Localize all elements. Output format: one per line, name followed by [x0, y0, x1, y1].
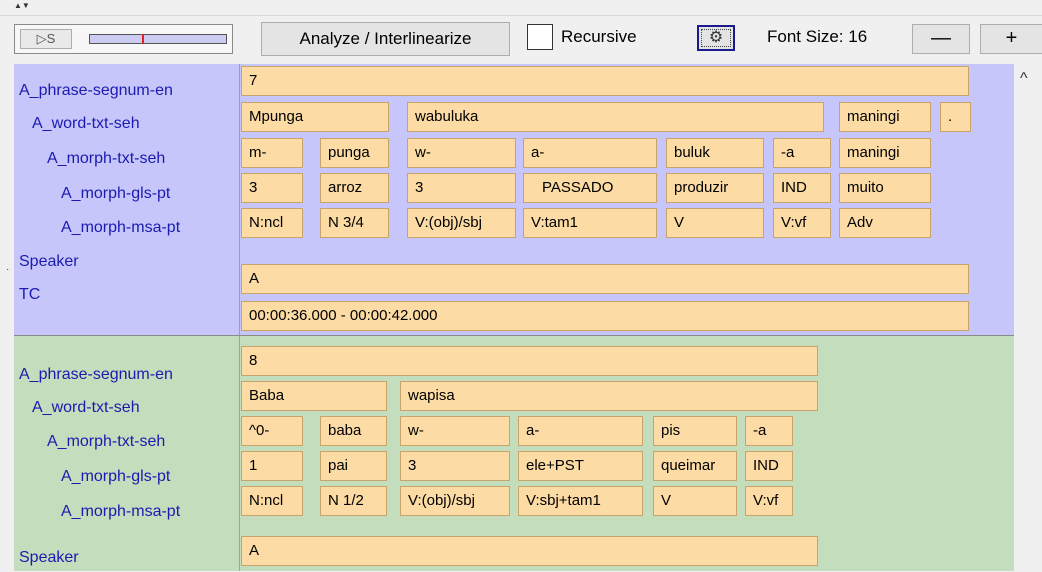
tier-label-msa[interactable]: A_morph-msa-pt: [61, 214, 180, 242]
gear-icon: ⚙: [708, 29, 724, 46]
morph-cell[interactable]: -a: [773, 138, 831, 168]
msa-cell[interactable]: V:tam1: [523, 208, 657, 238]
tier-label-word[interactable]: A_word-txt-seh: [32, 394, 140, 422]
tier-label-morph[interactable]: A_morph-txt-seh: [47, 428, 165, 456]
gloss-cell[interactable]: muito: [839, 173, 931, 203]
splitter-handle[interactable]: ·: [6, 264, 9, 275]
tier-label-column: A_phrase-segnum-en A_word-txt-seh A_morp…: [14, 336, 240, 571]
word-cell[interactable]: Baba: [241, 381, 387, 411]
morph-cell[interactable]: punga: [320, 138, 389, 168]
morph-cell[interactable]: a-: [518, 416, 643, 446]
recursive-label: Recursive: [561, 27, 637, 46]
msa-cell[interactable]: N 3/4: [320, 208, 389, 238]
morph-cell[interactable]: pis: [653, 416, 737, 446]
tier-label-phrase[interactable]: A_phrase-segnum-en: [19, 361, 173, 389]
tier-label-msa[interactable]: A_morph-msa-pt: [61, 498, 180, 526]
morph-cell[interactable]: w-: [400, 416, 510, 446]
msa-cell[interactable]: V: [666, 208, 764, 238]
msa-cell[interactable]: V: [653, 486, 737, 516]
scroll-up-icon[interactable]: ^: [1020, 70, 1028, 88]
analyze-interlinearize-button[interactable]: Analyze / Interlinearize: [261, 22, 510, 56]
gloss-cell[interactable]: IND: [745, 451, 793, 481]
tier-label-morph[interactable]: A_morph-txt-seh: [47, 145, 165, 173]
media-player-panel: ▷S: [14, 24, 233, 54]
gloss-cell[interactable]: pai: [320, 451, 387, 481]
tier-label-speaker[interactable]: Speaker: [19, 248, 79, 276]
toolbar: ▲▼ ▷S Analyze / Interlinearize Recursive…: [0, 0, 1042, 58]
word-cell[interactable]: wapisa: [400, 381, 818, 411]
gloss-cell[interactable]: 3: [400, 451, 510, 481]
increase-font-button[interactable]: +: [980, 24, 1042, 54]
msa-cell[interactable]: V:(obj)/sbj: [407, 208, 516, 238]
speaker-cell[interactable]: A: [241, 536, 818, 566]
morph-cell[interactable]: buluk: [666, 138, 764, 168]
speaker-cell[interactable]: A: [241, 264, 969, 294]
collapse-arrows-icon[interactable]: ▲▼: [14, 1, 30, 10]
morph-cell[interactable]: -a: [745, 416, 793, 446]
tier-label-phrase[interactable]: A_phrase-segnum-en: [19, 77, 173, 105]
msa-cell[interactable]: V:sbj+tam1: [518, 486, 643, 516]
media-position-slider[interactable]: [89, 34, 227, 44]
msa-cell[interactable]: N:ncl: [241, 486, 303, 516]
tier-label-speaker[interactable]: Speaker: [19, 544, 79, 572]
msa-cell[interactable]: V:vf: [745, 486, 793, 516]
gloss-cell[interactable]: produzir: [666, 173, 764, 203]
tier-label-tc[interactable]: TC: [19, 281, 40, 309]
word-cell[interactable]: wabuluka: [407, 102, 824, 132]
decrease-font-button[interactable]: —: [912, 24, 970, 54]
morph-cell[interactable]: a-: [523, 138, 657, 168]
tier-data-column: 7 Mpunga wabuluka maningi . m- punga w- …: [239, 64, 1014, 335]
gloss-cell[interactable]: IND: [773, 173, 831, 203]
segnum-cell[interactable]: 8: [241, 346, 818, 376]
gloss-cell[interactable]: queimar: [653, 451, 737, 481]
morph-cell[interactable]: baba: [320, 416, 387, 446]
settings-button[interactable]: ⚙: [697, 25, 735, 51]
playhead-marker[interactable]: [142, 34, 144, 44]
gloss-cell[interactable]: ele+PST: [518, 451, 643, 481]
gloss-cell[interactable]: 3: [407, 173, 516, 203]
gloss-cell[interactable]: 1: [241, 451, 303, 481]
morph-cell[interactable]: maningi: [839, 138, 931, 168]
word-cell[interactable]: Mpunga: [241, 102, 389, 132]
morph-cell[interactable]: w-: [407, 138, 516, 168]
gloss-cell[interactable]: 3: [241, 173, 303, 203]
msa-cell[interactable]: N:ncl: [241, 208, 303, 238]
tier-data-column: 8 Baba wapisa ^0- baba w- a- pis -a 1 pa…: [239, 336, 1014, 571]
msa-cell[interactable]: V:(obj)/sbj: [400, 486, 510, 516]
tier-label-gloss[interactable]: A_morph-gls-pt: [61, 463, 170, 491]
tier-label-gloss[interactable]: A_morph-gls-pt: [61, 180, 170, 208]
font-size-label: Font Size: 16: [767, 27, 868, 46]
msa-cell[interactable]: Adv: [839, 208, 931, 238]
word-cell[interactable]: maningi: [839, 102, 931, 132]
top-strip: ▲▼: [0, 0, 1042, 16]
interlinear-view: A_phrase-segnum-en A_word-txt-seh A_morp…: [14, 64, 1042, 571]
msa-cell[interactable]: V:vf: [773, 208, 831, 238]
interlinear-record: A_phrase-segnum-en A_word-txt-seh A_morp…: [14, 64, 1014, 336]
vertical-scrollbar[interactable]: ^: [1014, 64, 1042, 571]
play-selection-button[interactable]: ▷S: [20, 29, 72, 49]
time-code-cell[interactable]: 00:00:36.000 - 00:00:42.000: [241, 301, 969, 331]
gloss-cell[interactable]: arroz: [320, 173, 389, 203]
word-cell[interactable]: .: [940, 102, 971, 132]
morph-cell[interactable]: ^0-: [241, 416, 303, 446]
gloss-cell[interactable]: PASSADO: [523, 173, 657, 203]
recursive-checkbox[interactable]: [527, 24, 553, 50]
segnum-cell[interactable]: 7: [241, 66, 969, 96]
tier-label-column: A_phrase-segnum-en A_word-txt-seh A_morp…: [14, 64, 240, 335]
msa-cell[interactable]: N 1/2: [320, 486, 387, 516]
interlinear-record: A_phrase-segnum-en A_word-txt-seh A_morp…: [14, 336, 1014, 571]
tier-label-word[interactable]: A_word-txt-seh: [32, 110, 140, 138]
morph-cell[interactable]: m-: [241, 138, 303, 168]
